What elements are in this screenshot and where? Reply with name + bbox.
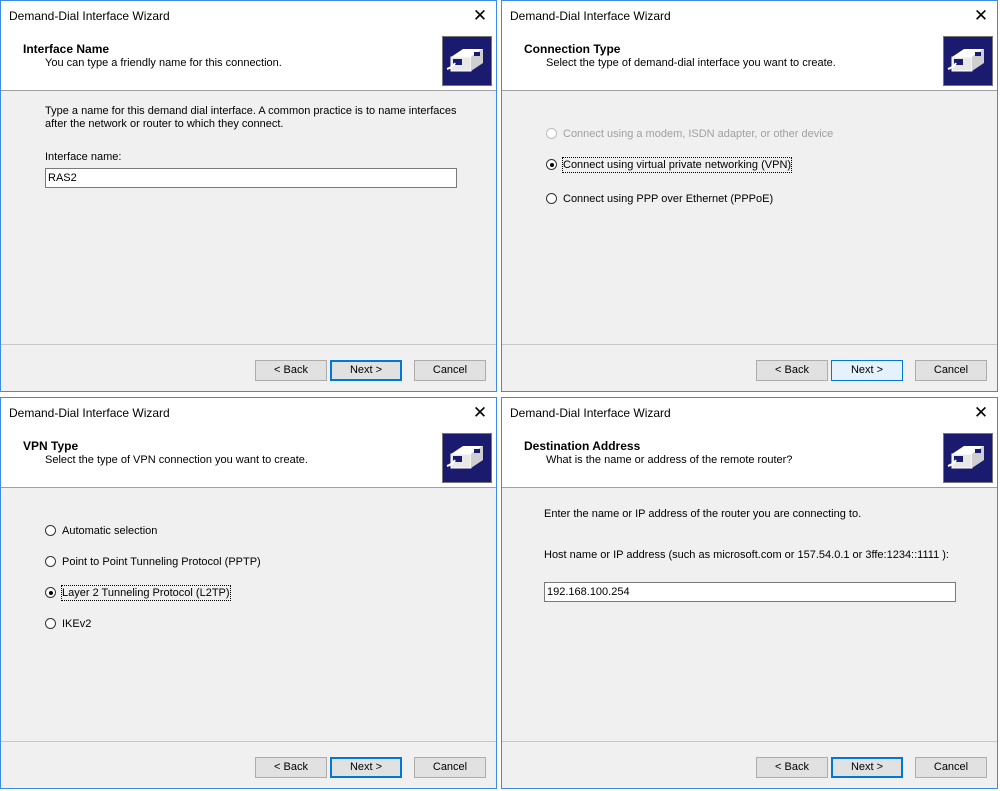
- wizard-dialog-destination-address: Demand-Dial Interface Wizard ✕ Destinati…: [501, 397, 998, 789]
- radio-button[interactable]: [45, 587, 56, 598]
- title-bar: Demand-Dial Interface Wizard ✕: [502, 1, 997, 31]
- host-address-label: Host name or IP address (such as microso…: [544, 549, 949, 561]
- option-label[interactable]: Automatic selection: [62, 524, 157, 538]
- window-title: Demand-Dial Interface Wizard: [510, 9, 671, 23]
- radio-button[interactable]: [45, 618, 56, 629]
- back-button[interactable]: < Back: [255, 757, 327, 778]
- close-icon[interactable]: ✕: [965, 1, 997, 31]
- title-bar: Demand-Dial Interface Wizard ✕: [1, 1, 496, 31]
- radio-button[interactable]: [546, 193, 557, 204]
- wizard-header: Connection Type Select the type of deman…: [502, 31, 997, 91]
- next-button[interactable]: Next >: [831, 360, 903, 381]
- close-icon[interactable]: ✕: [464, 398, 496, 428]
- wizard-content: Automatic selection Point to Point Tunne…: [1, 488, 496, 742]
- back-button[interactable]: < Back: [255, 360, 327, 381]
- wizard-footer: < Back Next > Cancel: [1, 741, 496, 788]
- cancel-button[interactable]: Cancel: [414, 360, 486, 381]
- radio-button[interactable]: [45, 556, 56, 567]
- cancel-button[interactable]: Cancel: [915, 360, 987, 381]
- next-button[interactable]: Next >: [831, 757, 903, 778]
- wizard-footer: < Back Next > Cancel: [1, 344, 496, 391]
- back-button[interactable]: < Back: [756, 360, 828, 381]
- option-label[interactable]: Connect using PPP over Ethernet (PPPoE): [563, 192, 773, 206]
- radio-button: [546, 128, 557, 139]
- instruction-line-1: Type a name for this demand dial interfa…: [45, 105, 457, 117]
- window-title: Demand-Dial Interface Wizard: [9, 406, 170, 420]
- page-subtitle: What is the name or address of the remot…: [546, 454, 793, 466]
- title-bar: Demand-Dial Interface Wizard ✕: [1, 398, 496, 428]
- wizard-footer: < Back Next > Cancel: [502, 741, 997, 788]
- network-wizard-icon: [943, 36, 993, 86]
- cancel-button[interactable]: Cancel: [414, 757, 486, 778]
- wizard-content: Connect using a modem, ISDN adapter, or …: [502, 91, 997, 345]
- option-label: Connect using a modem, ISDN adapter, or …: [563, 128, 834, 140]
- wizard-header: Destination Address What is the name or …: [502, 428, 997, 488]
- back-button[interactable]: < Back: [756, 757, 828, 778]
- network-wizard-icon: [442, 36, 492, 86]
- next-button[interactable]: Next >: [330, 757, 402, 778]
- option-label[interactable]: Layer 2 Tunneling Protocol (L2TP): [61, 585, 231, 601]
- network-wizard-icon: [442, 433, 492, 483]
- wizard-dialog-interface-name: Demand-Dial Interface Wizard ✕ Interface…: [0, 0, 497, 392]
- option-label[interactable]: Connect using virtual private networking…: [561, 157, 793, 173]
- page-subtitle: Select the type of VPN connection you wa…: [45, 454, 308, 466]
- wizard-header: Interface Name You can type a friendly n…: [1, 31, 496, 91]
- page-title: Interface Name: [23, 42, 110, 56]
- wizard-header: VPN Type Select the type of VPN connecti…: [1, 428, 496, 488]
- network-wizard-icon: [943, 433, 993, 483]
- title-bar: Demand-Dial Interface Wizard ✕: [502, 398, 997, 428]
- page-title: Connection Type: [524, 42, 621, 56]
- cancel-button[interactable]: Cancel: [915, 757, 987, 778]
- close-icon[interactable]: ✕: [965, 398, 997, 428]
- wizard-footer: < Back Next > Cancel: [502, 344, 997, 391]
- interface-name-input[interactable]: [45, 168, 457, 188]
- close-icon[interactable]: ✕: [464, 1, 496, 31]
- option-label[interactable]: IKEv2: [62, 617, 91, 631]
- wizard-dialog-connection-type: Demand-Dial Interface Wizard ✕ Connectio…: [501, 0, 998, 392]
- wizard-content: Type a name for this demand dial interfa…: [1, 91, 496, 345]
- page-subtitle: Select the type of demand-dial interface…: [546, 57, 836, 69]
- page-subtitle: You can type a friendly name for this co…: [45, 57, 282, 69]
- wizard-content: Enter the name or IP address of the rout…: [502, 488, 997, 742]
- page-title: Destination Address: [524, 439, 641, 453]
- page-title: VPN Type: [23, 439, 79, 453]
- window-title: Demand-Dial Interface Wizard: [510, 406, 671, 420]
- radio-button[interactable]: [45, 525, 56, 536]
- instruction-text: Enter the name or IP address of the rout…: [544, 508, 862, 520]
- interface-name-label: Interface name:: [45, 151, 122, 163]
- radio-button[interactable]: [546, 159, 557, 170]
- instruction-line-2: after the network or router to which the…: [45, 118, 284, 130]
- host-address-input[interactable]: [544, 582, 956, 602]
- wizard-dialog-vpn-type: Demand-Dial Interface Wizard ✕ VPN Type …: [0, 397, 497, 789]
- next-button[interactable]: Next >: [330, 360, 402, 381]
- window-title: Demand-Dial Interface Wizard: [9, 9, 170, 23]
- option-label[interactable]: Point to Point Tunneling Protocol (PPTP): [62, 555, 261, 569]
